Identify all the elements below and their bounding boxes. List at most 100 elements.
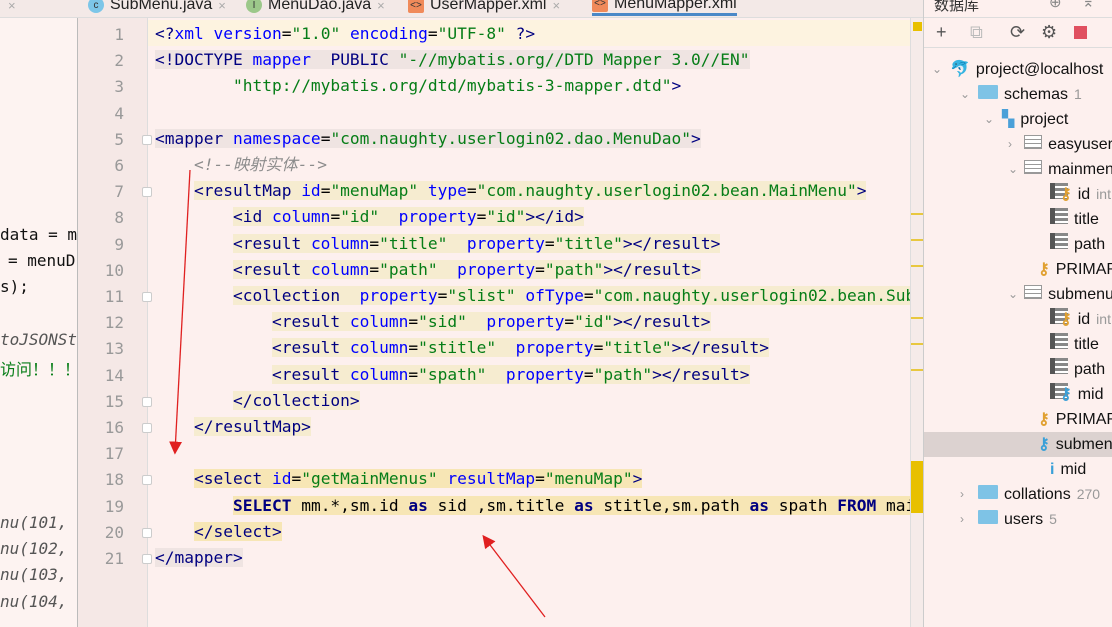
tree-node-primary[interactable]: ⚷ PRIMARY <box>924 257 1112 282</box>
tree-node-submenu[interactable]: ⌄ submenu <box>924 282 1112 307</box>
code-token: "id" <box>340 207 380 227</box>
code-fragment: nu(102, <box>0 539 68 558</box>
fold-marker-icon[interactable] <box>142 134 152 145</box>
tab-1[interactable]: c SubMenu.java × <box>88 0 226 16</box>
tree-node-path[interactable]: path <box>924 232 1112 257</box>
code-token: = <box>408 312 419 332</box>
code-line: <result column="stitle" property="title"… <box>155 335 770 361</box>
chevron-icon[interactable]: ⌄ <box>1008 157 1018 182</box>
code-token: mainmenu mm <box>876 495 910 515</box>
line-number: 20 <box>104 522 124 542</box>
code-token: SELECT <box>232 495 292 515</box>
code-line: </resultMap> <box>155 414 311 440</box>
code-token: column <box>349 338 409 358</box>
tree-count: 1 <box>1074 86 1082 102</box>
editor-scrollbar[interactable] <box>910 18 924 627</box>
code-token: xml <box>174 24 204 43</box>
fold-marker-icon[interactable] <box>142 554 152 564</box>
stop-icon[interactable] <box>1074 26 1087 39</box>
tab-4[interactable]: <> MenuMapper.xml <box>592 0 737 16</box>
fold-marker-icon[interactable] <box>142 475 152 486</box>
chevron-icon[interactable]: › <box>960 507 972 532</box>
fold-marker-icon[interactable] <box>142 396 152 407</box>
tree-node-collations[interactable]: › collations 270 <box>924 482 1112 507</box>
chevron-icon[interactable]: ⌄ <box>960 82 972 107</box>
code-token: </resultMap> <box>193 417 311 436</box>
xml-editor[interactable]: <?xml version="1.0" encoding="UTF-8" ?> <… <box>148 18 910 627</box>
code-token: </collection> <box>232 390 360 410</box>
code-token: "title" <box>379 233 448 253</box>
properties-icon[interactable]: ⚙ <box>1041 22 1057 43</box>
table-icon <box>1024 157 1043 182</box>
warning-indicator[interactable] <box>913 22 922 31</box>
close-tab-icon[interactable]: × <box>8 0 16 13</box>
refresh-icon[interactable]: ⟳ <box>1010 22 1025 43</box>
tree-node-project@localhost[interactable]: ⌄ 🐬 project@localhost <box>924 57 1112 82</box>
tree-node-easyuser[interactable]: › easyuser <box>924 132 1112 157</box>
tree-node-primary[interactable]: ⚷ PRIMARY <box>924 407 1112 432</box>
tree-node-users[interactable]: › users 5 <box>924 507 1112 532</box>
index-icon: i <box>1050 461 1055 478</box>
tree-node-id[interactable]: ⚷ id int <box>924 307 1112 332</box>
code-token: "http://mybatis.org/dtd/mybatis-3-mapper… <box>232 76 672 96</box>
close-tab-icon[interactable]: × <box>377 0 385 13</box>
code-token: id <box>301 181 321 201</box>
code-token: property <box>359 286 438 305</box>
tree-label: mid <box>1077 386 1104 403</box>
close-tab-icon[interactable]: × <box>218 0 226 13</box>
folder-icon <box>978 507 998 532</box>
line-number: 15 <box>104 391 124 411</box>
chevron-icon[interactable]: › <box>1008 132 1018 157</box>
duplicate-icon[interactable]: ⧉ <box>970 22 983 43</box>
code-fragment: 访问！！！' <box>0 360 77 379</box>
code-token: ></result> <box>671 338 770 358</box>
xml-icon: <> <box>592 0 608 12</box>
tree-count: 270 <box>1076 486 1101 502</box>
line-number: 13 <box>104 339 124 359</box>
add-icon[interactable]: + <box>936 22 947 43</box>
tab-0[interactable]: c× <box>0 0 16 16</box>
chevron-icon[interactable]: › <box>960 482 972 507</box>
tree-node-mid[interactable]: i mid <box>924 457 1112 482</box>
tree-node-path[interactable]: path <box>924 357 1112 382</box>
tree-node-project[interactable]: ⌄ ▚ project <box>924 107 1112 132</box>
tree-node-title[interactable]: title <box>924 332 1112 357</box>
chevron-icon[interactable]: ⌄ <box>1008 282 1018 307</box>
code-token: column <box>271 207 331 227</box>
java-editor-pane: data = m = menuD s); toJSONSt 访问！！！' nu(101, n… <box>0 18 78 627</box>
tab-label: MenuMapper.xml <box>614 0 737 12</box>
code-token: ofType <box>515 286 584 305</box>
chevron-icon[interactable]: ⌄ <box>932 57 944 82</box>
fold-marker-icon[interactable] <box>142 423 152 433</box>
pk-column-icon: ⚷ <box>1050 182 1072 207</box>
tree-node-mainmenu[interactable]: ⌄ mainmenu <box>924 157 1112 182</box>
close-tab-icon[interactable]: × <box>552 0 560 13</box>
tree-node-id[interactable]: ⚷ id int <box>924 182 1112 207</box>
table-icon <box>1024 132 1043 157</box>
chevron-icon[interactable]: ⌄ <box>984 107 996 132</box>
tree-node-mid[interactable]: ⚷ mid <box>924 382 1112 407</box>
tree-node-submenu_ibfk[interactable]: ⚷ submenu_ibfk <box>924 432 1112 457</box>
tab-2[interactable]: I MenuDao.java × <box>246 0 385 16</box>
tree-node-schemas[interactable]: ⌄ schemas 1 <box>924 82 1112 107</box>
column-icon <box>1050 232 1068 257</box>
code-token: "title" <box>603 338 672 358</box>
fold-marker-icon[interactable] <box>142 187 152 198</box>
tree-label: PRIMARY <box>1055 411 1112 428</box>
code-token: "UTF-8" <box>437 24 506 43</box>
tab-3[interactable]: <> UserMapper.xml × <box>408 0 560 16</box>
code-token: <select <box>193 469 272 489</box>
collapse-icon[interactable]: ⌅ <box>1082 0 1095 10</box>
fold-marker-icon[interactable] <box>142 292 152 302</box>
code-token: <id <box>232 207 272 227</box>
target-icon[interactable]: ⊕ <box>1049 0 1062 10</box>
fold-marker-icon[interactable] <box>142 527 152 538</box>
tree-node-title[interactable]: title <box>924 207 1112 232</box>
tree-label: id <box>1077 311 1091 328</box>
code-fragment: = menuD <box>8 251 76 270</box>
tab-label: UserMapper.xml <box>430 0 547 13</box>
